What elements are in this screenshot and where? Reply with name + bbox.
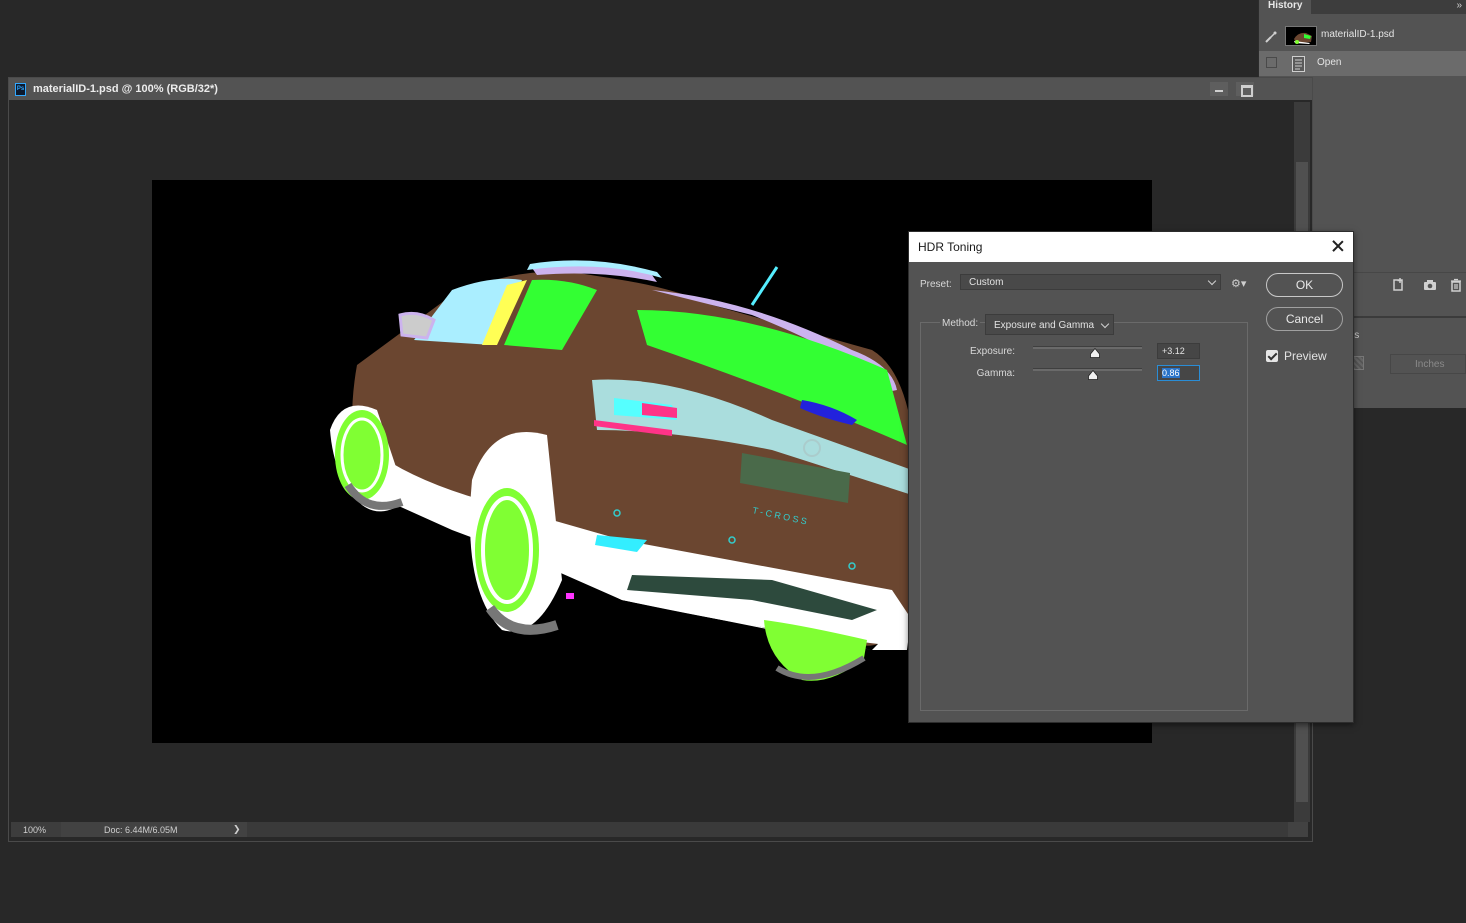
history-source-checkbox[interactable] — [1266, 57, 1277, 68]
units-select[interactable]: Inches — [1390, 354, 1466, 374]
history-step-label: Open — [1317, 57, 1342, 68]
close-icon[interactable] — [1329, 237, 1347, 255]
trash-icon[interactable] — [1449, 278, 1463, 292]
history-tab[interactable]: History — [1259, 0, 1312, 14]
gamma-input[interactable]: 0.86 — [1157, 365, 1200, 381]
camera-icon[interactable] — [1423, 278, 1437, 292]
document-status-bar: 100% Doc: 6.44M/6.05M ❯ — [11, 822, 1308, 837]
snapshot-label: materialID-1.psd — [1321, 29, 1395, 40]
history-step-open[interactable]: Open — [1259, 51, 1466, 76]
dialog-titlebar[interactable]: HDR Toning — [909, 232, 1353, 262]
ok-button[interactable]: OK — [1266, 273, 1343, 297]
gamma-slider-thumb-icon[interactable] — [1088, 370, 1098, 380]
gamma-label: Gamma: — [976, 368, 1015, 379]
method-label: Method: — [940, 318, 981, 329]
snapshot-thumbnail — [1285, 26, 1317, 46]
maximize-button[interactable] — [1236, 82, 1254, 97]
photoshop-file-icon: Ps — [15, 83, 26, 96]
gear-icon[interactable]: ⚙▾ — [1231, 277, 1249, 290]
exposure-label: Exposure: — [969, 346, 1015, 357]
document-size-info[interactable]: Doc: 6.44M/6.05M — [104, 825, 178, 835]
cancel-button[interactable]: Cancel — [1266, 307, 1343, 331]
exposure-input[interactable]: +3.12 — [1157, 343, 1200, 359]
zoom-field[interactable]: 100% — [11, 822, 61, 837]
preset-label: Preset: — [920, 279, 952, 290]
preview-label[interactable]: Preview — [1284, 349, 1327, 363]
new-document-from-state-icon[interactable] — [1391, 278, 1405, 292]
exposure-slider-thumb-icon[interactable] — [1090, 348, 1100, 358]
properties-panel: ls Inches — [1352, 316, 1466, 408]
gamma-input-selection: 0.86 — [1162, 368, 1180, 378]
document-icon — [1292, 56, 1305, 72]
horizontal-scrollbar[interactable] — [247, 822, 1288, 837]
dialog-title: HDR Toning — [918, 240, 983, 254]
double-chevron-right-icon[interactable]: » — [1456, 0, 1462, 11]
preview-checkbox[interactable] — [1266, 350, 1278, 362]
history-snapshot-row[interactable]: materialID-1.psd — [1259, 24, 1466, 49]
hdr-toning-dialog: HDR Toning Preset: Custom ⚙▾ Method: Exp… — [908, 231, 1354, 723]
minimize-button[interactable] — [1210, 82, 1228, 96]
document-titlebar[interactable]: Ps materialID-1.psd @ 100% (RGB/32*) — [9, 78, 1312, 100]
status-menu-arrow-icon[interactable]: ❯ — [233, 824, 241, 835]
document-title: materialID-1.psd @ 100% (RGB/32*) — [33, 83, 218, 95]
preset-select[interactable]: Custom — [960, 274, 1221, 290]
method-select[interactable]: Exposure and Gamma — [985, 314, 1114, 335]
exposure-slider-track[interactable] — [1033, 346, 1142, 349]
history-panel-header: History » — [1259, 0, 1466, 14]
history-brush-icon[interactable] — [1264, 30, 1278, 44]
